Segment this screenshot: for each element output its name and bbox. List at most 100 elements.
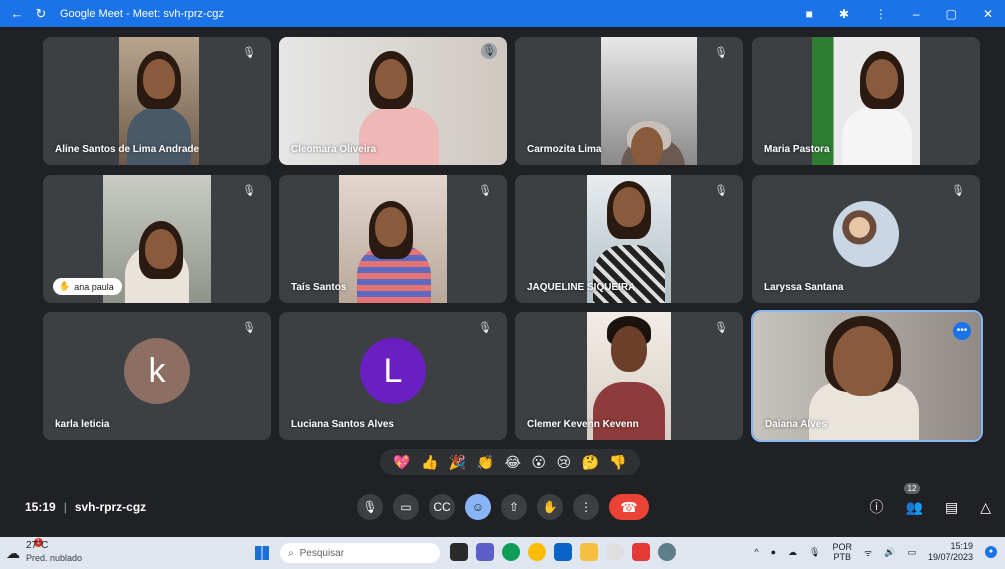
battery-icon[interactable]: ▭ xyxy=(907,547,916,558)
lang-top: POR xyxy=(832,542,852,552)
antivirus-icon[interactable]: ● xyxy=(771,547,776,557)
participant-tile[interactable]: 🎙 Cleomara Oliveira xyxy=(279,37,507,165)
edge-icon[interactable] xyxy=(502,543,520,561)
captions-icon: CC xyxy=(433,500,451,514)
wifi-icon[interactable]: ᯤ xyxy=(864,546,872,559)
participant-name: Carmozita Lima xyxy=(527,144,602,155)
participant-name: Laryssa Santana xyxy=(764,282,844,293)
reaction-thumbs-down[interactable]: 👎 xyxy=(609,454,626,471)
emoji-icon: ☺ xyxy=(471,500,485,514)
taskbar-search[interactable]: ⌕ Pesquisar xyxy=(280,543,440,563)
camera-button[interactable]: ▭ xyxy=(393,494,419,520)
hand-icon: ✋ xyxy=(59,281,71,291)
participant-tile[interactable]: k 🎙 karla leticia xyxy=(43,312,271,440)
extension-icon[interactable]: ✱ xyxy=(839,7,849,21)
reload-icon[interactable]: ↻ xyxy=(34,6,48,22)
participant-name: Clemer Kevenn Kevenn xyxy=(527,419,639,430)
reaction-thumbs-up[interactable]: 👍 xyxy=(421,454,438,471)
chrome-icon[interactable] xyxy=(528,543,546,561)
captions-button[interactable]: CC xyxy=(429,494,455,520)
camera-indicator-icon[interactable]: ■ xyxy=(806,7,813,21)
reactions-bar: 💖 👍 🎉 👏 😂 😮 😢 🤔 👎 xyxy=(380,449,640,475)
back-arrow-icon[interactable]: ← xyxy=(10,6,24,21)
participant-count-badge: 12 xyxy=(903,482,921,494)
participant-tile[interactable]: 🎙 Carmozita Lima xyxy=(515,37,743,165)
participant-tile[interactable]: 🎙 JAQUELINE SIQUEIRA xyxy=(515,175,743,303)
participant-tile[interactable]: 🎙 Clemer Kevenn Kevenn xyxy=(515,312,743,440)
taskbar-clock[interactable]: 15:19 19/07/2023 xyxy=(928,541,973,563)
mic-off-icon: 🎙 xyxy=(478,322,492,334)
emoji-button[interactable]: ☺ xyxy=(465,494,491,520)
reaction-surprised[interactable]: 😮 xyxy=(531,454,546,471)
maximize-icon[interactable]: ▢ xyxy=(946,7,957,21)
side-controls: ⓘ 12 👥 ▤ △ xyxy=(870,482,991,517)
mic-off-icon: 🎙 xyxy=(478,185,492,197)
reaction-party[interactable]: 🎉 xyxy=(449,454,466,471)
weather-widget[interactable]: 27°C Pred. nublado xyxy=(26,540,82,564)
app-icon[interactable] xyxy=(658,543,676,561)
chevron-up-icon[interactable]: ^ xyxy=(754,547,758,557)
lang-bottom: PTB xyxy=(833,552,851,562)
end-call-button[interactable]: ☎ xyxy=(609,494,649,520)
reaction-clap[interactable]: 👏 xyxy=(477,454,494,471)
reaction-heart[interactable]: 💖 xyxy=(393,454,410,471)
reaction-sad[interactable]: 😢 xyxy=(556,454,571,471)
close-icon[interactable]: ✕ xyxy=(983,7,993,21)
participant-tile[interactable]: L 🎙 Luciana Santos Alves xyxy=(279,312,507,440)
microphone-icon[interactable]: 🎙 xyxy=(809,547,820,558)
participant-name: ana paula xyxy=(74,281,114,292)
participant-video xyxy=(601,37,697,165)
photos-icon[interactable] xyxy=(606,543,624,561)
participant-avatar-photo xyxy=(833,201,899,267)
reaction-thinking[interactable]: 🤔 xyxy=(581,454,598,471)
participant-tile[interactable]: 🎙 ✋ ana paula xyxy=(43,175,271,303)
minimize-icon[interactable]: – xyxy=(913,7,920,21)
mic-off-icon: 🎙 xyxy=(481,43,497,59)
browser-title-bar: ← ↻ Google Meet - Meet: svh-rprz-cgz ■ ✱… xyxy=(0,0,1005,27)
mic-off-icon: 🎙 xyxy=(714,47,728,59)
end-call-icon: ☎ xyxy=(620,498,638,515)
participant-name: Taís Santos xyxy=(291,282,347,293)
os-taskbar: ☁ 1 27°C Pred. nublado ⌕ Pesquisar ^ ● ☁… xyxy=(0,537,1005,569)
more-options-icon[interactable]: ••• xyxy=(953,322,971,340)
mic-button[interactable]: 🎙 xyxy=(357,494,383,520)
meet-control-bar: 15:19 | svh-rprz-cgz 🎙 ▭ CC ☺ ⇧ ✋ ⋮ ☎ ⓘ 12… xyxy=(0,482,1005,534)
windows-start-icon[interactable] xyxy=(255,546,269,560)
language-indicator[interactable]: POR PTB xyxy=(832,542,852,562)
mic-off-icon: 🎙 xyxy=(242,47,256,59)
cloud-icon[interactable]: ☁ xyxy=(788,547,797,558)
meeting-info: 15:19 | svh-rprz-cgz xyxy=(25,500,147,514)
task-view-icon[interactable] xyxy=(450,543,468,561)
people-button[interactable]: 12 👥 xyxy=(903,482,923,516)
mic-off-icon: 🎙 xyxy=(714,322,728,334)
menu-dots-icon[interactable]: ⋮ xyxy=(875,7,887,21)
mail-icon[interactable] xyxy=(554,543,572,561)
meeting-code: svh-rprz-cgz xyxy=(74,500,147,514)
participant-tile[interactable]: 🎙 Aline Santos de Lima Andrade xyxy=(43,37,271,165)
search-placeholder: Pesquisar xyxy=(299,547,345,559)
search-icon: ⌕ xyxy=(288,547,294,559)
participant-tile-active[interactable]: ••• Daiana Alves xyxy=(751,310,983,442)
participant-tile[interactable]: Maria Pastora xyxy=(752,37,980,165)
store-icon[interactable] xyxy=(632,543,650,561)
clock-date: 19/07/2023 xyxy=(927,552,973,562)
present-button[interactable]: ⇧ xyxy=(501,494,527,520)
file-explorer-icon[interactable] xyxy=(580,543,598,561)
participant-name: Luciana Santos Alves xyxy=(291,419,394,430)
activities-icon[interactable]: △ xyxy=(980,499,991,516)
info-icon[interactable]: ⓘ xyxy=(870,497,884,517)
raise-hand-icon: ✋ xyxy=(542,500,558,514)
volume-icon[interactable]: 🔊 xyxy=(884,547,895,558)
more-options-button[interactable]: ⋮ xyxy=(573,494,599,520)
mic-off-icon: 🎙 xyxy=(951,185,965,197)
camera-icon: ▭ xyxy=(400,500,412,514)
reaction-laugh[interactable]: 😂 xyxy=(505,454,521,471)
people-icon: 👥 xyxy=(905,498,923,515)
mic-off-icon: 🎙 xyxy=(242,185,256,197)
raise-hand-button[interactable]: ✋ xyxy=(537,494,563,520)
chat-icon[interactable]: ▤ xyxy=(945,499,958,516)
teams-icon[interactable] xyxy=(476,543,494,561)
notification-icon[interactable]: ● xyxy=(985,546,997,558)
participant-tile[interactable]: 🎙 Laryssa Santana xyxy=(752,175,980,303)
participant-tile[interactable]: 🎙 Taís Santos xyxy=(279,175,507,303)
